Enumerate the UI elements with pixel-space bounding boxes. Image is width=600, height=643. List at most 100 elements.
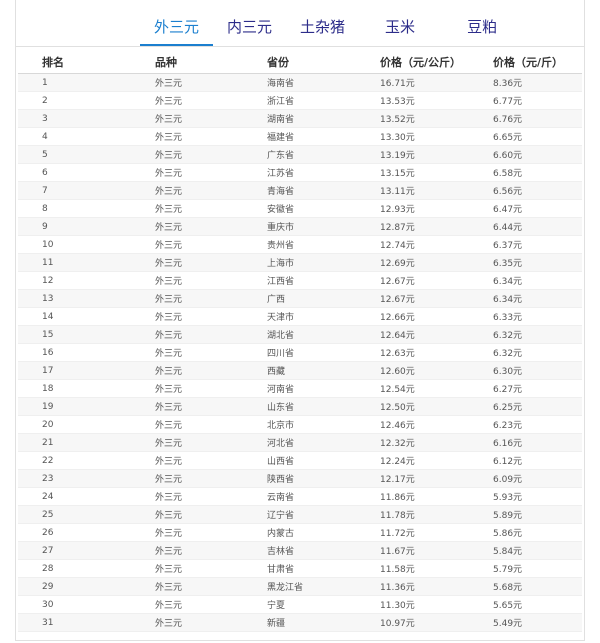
cell-variety: 外三元: [131, 181, 243, 200]
cell-variety: 外三元: [131, 433, 243, 452]
cell-rank: 19: [18, 397, 131, 416]
cell-price-jin: 6.23元: [469, 415, 582, 434]
cell-province: 上海市: [243, 253, 356, 272]
cell-province: 安徽省: [243, 199, 356, 218]
cell-price-jin: 6.32元: [469, 343, 582, 362]
tab-wai-san-yuan[interactable]: 外三元: [140, 10, 214, 46]
cell-price-jin: 5.49元: [469, 613, 582, 632]
category-tabs: 外三元 内三元 土杂猪 玉米 豆粕: [140, 10, 511, 46]
cell-price-kg: 12.69元: [356, 253, 469, 272]
cell-province: 新疆: [243, 613, 356, 632]
table-row: 11 外三元 上海市 12.69元 6.35元: [18, 253, 582, 272]
cell-variety: 外三元: [131, 559, 243, 578]
cell-rank: 27: [18, 541, 131, 560]
cell-price-kg: 11.58元: [356, 559, 469, 578]
cell-rank: 26: [18, 523, 131, 542]
table-row: 6 外三元 江苏省 13.15元 6.58元: [18, 163, 582, 182]
cell-variety: 外三元: [131, 163, 243, 182]
cell-price-jin: 6.30元: [469, 361, 582, 380]
table-row: 14 外三元 天津市 12.66元 6.33元: [18, 307, 582, 326]
cell-price-kg: 12.87元: [356, 217, 469, 236]
cell-price-jin: 6.33元: [469, 307, 582, 326]
cell-price-kg: 12.93元: [356, 199, 469, 218]
cell-price-jin: 6.58元: [469, 163, 582, 182]
cell-price-jin: 6.34元: [469, 271, 582, 290]
cell-rank: 24: [18, 487, 131, 506]
header-province: 省份: [243, 50, 356, 74]
cell-price-kg: 12.60元: [356, 361, 469, 380]
cell-price-jin: 6.56元: [469, 181, 582, 200]
cell-price-jin: 6.77元: [469, 91, 582, 110]
cell-price-kg: 12.64元: [356, 325, 469, 344]
table-row: 1 外三元 海南省 16.71元 8.36元: [18, 73, 582, 92]
tab-yu-mi[interactable]: 玉米: [371, 10, 429, 46]
cell-price-kg: 13.15元: [356, 163, 469, 182]
cell-variety: 外三元: [131, 289, 243, 308]
table-row: 22 外三元 山西省 12.24元 6.12元: [18, 451, 582, 470]
cell-variety: 外三元: [131, 595, 243, 614]
table-row: 27 外三元 吉林省 11.67元 5.84元: [18, 541, 582, 560]
cell-rank: 29: [18, 577, 131, 596]
cell-price-kg: 13.53元: [356, 91, 469, 110]
cell-price-jin: 5.68元: [469, 577, 582, 596]
cell-variety: 外三元: [131, 271, 243, 290]
cell-variety: 外三元: [131, 397, 243, 416]
cell-province: 北京市: [243, 415, 356, 434]
cell-province: 青海省: [243, 181, 356, 200]
cell-price-kg: 12.24元: [356, 451, 469, 470]
cell-rank: 2: [18, 91, 131, 110]
cell-variety: 外三元: [131, 361, 243, 380]
cell-price-kg: 12.74元: [356, 235, 469, 254]
table-row: 28 外三元 甘肃省 11.58元 5.79元: [18, 559, 582, 578]
cell-province: 山东省: [243, 397, 356, 416]
cell-province: 吉林省: [243, 541, 356, 560]
cell-province: 宁夏: [243, 595, 356, 614]
cell-price-jin: 6.09元: [469, 469, 582, 488]
cell-price-jin: 6.34元: [469, 289, 582, 308]
table-row: 25 外三元 辽宁省 11.78元 5.89元: [18, 505, 582, 524]
table-row: 15 外三元 湖北省 12.64元 6.32元: [18, 325, 582, 344]
cell-variety: 外三元: [131, 199, 243, 218]
tab-nei-san-yuan[interactable]: 内三元: [213, 10, 286, 46]
table-row: 23 外三元 陕西省 12.17元 6.09元: [18, 469, 582, 488]
tab-dou-po[interactable]: 豆粕: [453, 10, 511, 46]
cell-rank: 23: [18, 469, 131, 488]
cell-rank: 31: [18, 613, 131, 632]
cell-price-jin: 5.86元: [469, 523, 582, 542]
cell-rank: 1: [18, 73, 131, 92]
cell-province: 甘肃省: [243, 559, 356, 578]
cell-variety: 外三元: [131, 415, 243, 434]
cell-variety: 外三元: [131, 127, 243, 146]
cell-rank: 11: [18, 253, 131, 272]
table-row: 20 外三元 北京市 12.46元 6.23元: [18, 415, 582, 434]
table-row: 16 外三元 四川省 12.63元 6.32元: [18, 343, 582, 362]
cell-rank: 15: [18, 325, 131, 344]
cell-rank: 16: [18, 343, 131, 362]
cell-price-kg: 12.67元: [356, 271, 469, 290]
cell-variety: 外三元: [131, 307, 243, 326]
header-rank: 排名: [18, 50, 131, 74]
cell-variety: 外三元: [131, 145, 243, 164]
cell-variety: 外三元: [131, 451, 243, 470]
cell-rank: 6: [18, 163, 131, 182]
cell-rank: 4: [18, 127, 131, 146]
tabs-divider: [15, 46, 585, 47]
cell-variety: 外三元: [131, 469, 243, 488]
cell-province: 重庆市: [243, 217, 356, 236]
cell-variety: 外三元: [131, 523, 243, 542]
table-row: 7 外三元 青海省 13.11元 6.56元: [18, 181, 582, 200]
cell-province: 湖北省: [243, 325, 356, 344]
cell-province: 江西省: [243, 271, 356, 290]
cell-province: 山西省: [243, 451, 356, 470]
cell-price-kg: 13.19元: [356, 145, 469, 164]
table-row: 24 外三元 云南省 11.86元 5.93元: [18, 487, 582, 506]
cell-rank: 28: [18, 559, 131, 578]
cell-province: 河北省: [243, 433, 356, 452]
header-price-per-kg: 价格（元/公斤）: [356, 50, 469, 74]
tab-tu-za-zhu[interactable]: 土杂猪: [286, 10, 359, 46]
cell-price-jin: 5.89元: [469, 505, 582, 524]
cell-rank: 7: [18, 181, 131, 200]
table-row: 21 外三元 河北省 12.32元 6.16元: [18, 433, 582, 452]
cell-province: 广西: [243, 289, 356, 308]
cell-variety: 外三元: [131, 73, 243, 92]
